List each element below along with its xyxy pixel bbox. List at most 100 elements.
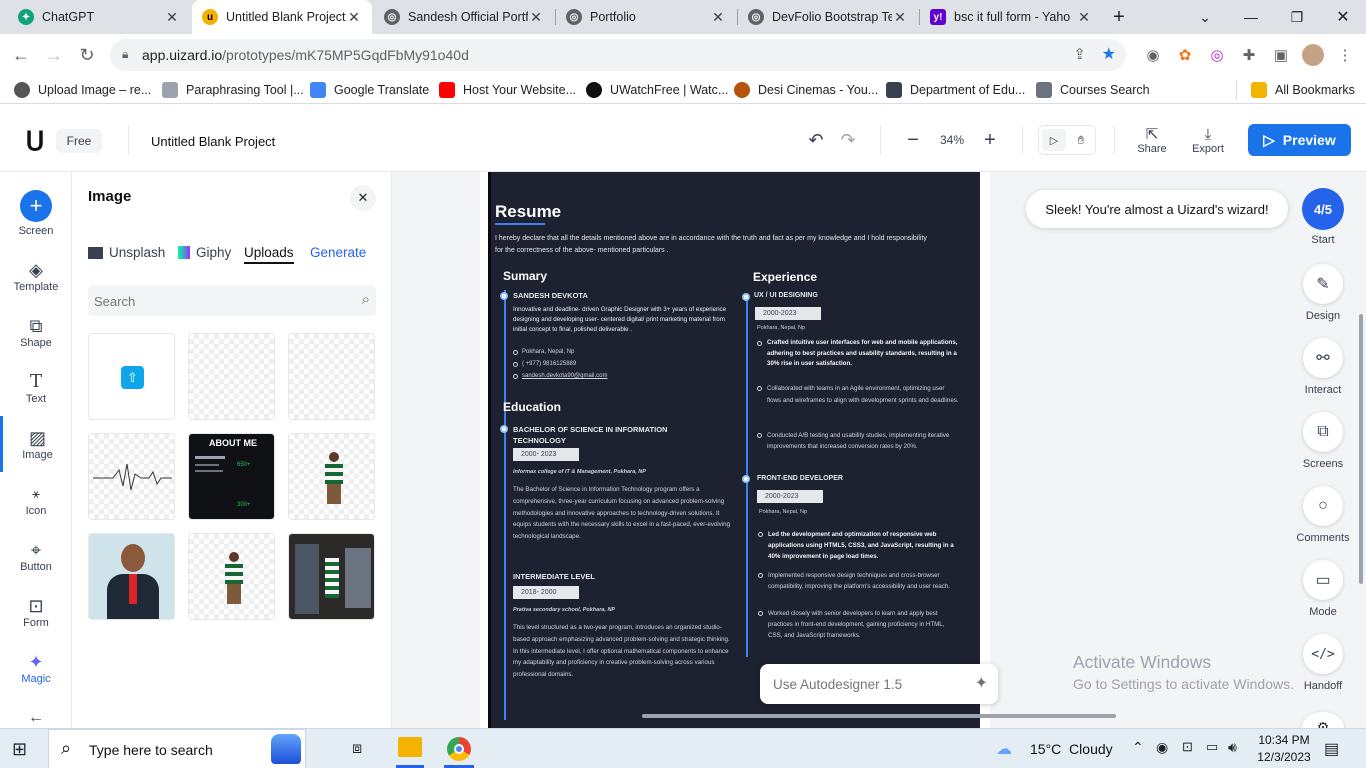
horizontal-scrollbar[interactable] — [642, 714, 1116, 718]
edu2-school[interactable]: Prativa secondary school, Pokhara, NP — [513, 607, 615, 613]
close-icon[interactable]: ✕ — [346, 9, 362, 26]
image-thumb-2[interactable] — [288, 333, 375, 420]
rail-magic[interactable]: ✦ Magic — [0, 640, 72, 696]
close-panel-icon[interactable]: ✕ — [350, 185, 376, 211]
export-button[interactable]: ⤓ Export — [1187, 124, 1229, 158]
tab-portfolio[interactable]: ◎ Portfolio ✕ — [556, 0, 736, 34]
rail-shape[interactable]: ⧉ Shape — [0, 304, 72, 360]
image-thumb-person-1[interactable] — [288, 433, 375, 520]
right-rail-screens[interactable]: ⧉ Screens — [1283, 412, 1363, 470]
edu1-text[interactable]: The Bachelor of Science in Information T… — [513, 484, 735, 543]
reload-icon[interactable]: ↻ — [74, 42, 100, 68]
chrome-icon[interactable] — [447, 737, 471, 761]
forward-icon[interactable]: → — [41, 42, 67, 68]
share-page-icon[interactable]: ⇪ — [1073, 45, 1086, 63]
extensions-puzzle-icon[interactable]: ✚ — [1238, 44, 1260, 66]
volume-icon[interactable]: 🔊︎ — [1228, 739, 1237, 756]
exp1-date[interactable]: 2000-2023 — [755, 307, 821, 320]
extension-orange-icon[interactable]: ✿ — [1174, 44, 1196, 66]
rail-template[interactable]: ◈ Template — [0, 248, 72, 304]
onboarding-start[interactable]: Start — [1302, 234, 1344, 246]
resume-name[interactable]: SANDESH DEVKOTA — [513, 291, 588, 300]
back-icon[interactable]: ← — [8, 42, 34, 68]
exp2-item-1[interactable]: Led the development and optimization of … — [768, 529, 960, 562]
summary-heading[interactable]: Sumary — [503, 269, 547, 283]
exp2-date[interactable]: 2000-2023 — [757, 490, 823, 503]
image-thumb-about-me[interactable]: ABOUT ME 650+ 300+ — [188, 433, 275, 520]
right-rail-handoff[interactable]: </> Handoff — [1283, 634, 1363, 692]
tab-devfolio[interactable]: ◎ DevFolio Bootstrap Te ✕ — [738, 0, 918, 34]
right-rail-comments[interactable]: ○ Comments — [1283, 486, 1363, 544]
bookmark-uwatchfree[interactable]: UWatchFree | Watc... — [586, 80, 728, 100]
source-giphy[interactable]: Giphy — [178, 245, 231, 260]
contact-address[interactable]: Pokhara, Nepal, Np — [522, 347, 574, 359]
image-thumb-person-2[interactable] — [188, 533, 275, 620]
source-unsplash[interactable]: Unsplash — [88, 245, 165, 260]
bookmark-star-icon[interactable]: ★ — [1102, 44, 1116, 64]
profile-avatar[interactable] — [1302, 44, 1324, 66]
pointer-icon[interactable]: ▷ — [1042, 129, 1066, 151]
tab-portfolio-official[interactable]: ◎ Sandesh Official Portf ✕ — [374, 0, 554, 34]
extension-ring-icon[interactable]: ◎ — [1206, 44, 1228, 66]
address-bar[interactable]: 🔒︎ app.uizard.io/prototypes/mK75MP5GqdFb… — [110, 39, 1126, 71]
summary-text[interactable]: Innovative and deadline- driven Graphic … — [513, 305, 735, 335]
exp1-location[interactable]: Pokhara, Nepal, Np — [757, 325, 805, 331]
image-thumb-heartbeat[interactable] — [88, 433, 175, 520]
experience-heading[interactable]: Experience — [753, 270, 817, 284]
windows-start-icon[interactable]: ⊞ — [12, 739, 32, 759]
source-generate[interactable]: Generate — [310, 245, 366, 260]
exp2-location[interactable]: Pokhara, Nepal, Np — [759, 509, 807, 515]
contact-phone[interactable]: ( +977) 9816125889 — [522, 359, 576, 371]
edu2-date[interactable]: 2018- 2000 — [513, 586, 579, 599]
uizard-logo[interactable]: ᑌ — [20, 126, 50, 156]
site-info-icon[interactable]: 🔒︎ — [122, 47, 128, 62]
edu1-school[interactable]: Informax college of IT & Management, Pok… — [513, 469, 646, 475]
zoom-in-button[interactable]: + — [978, 128, 1002, 152]
new-tab-button[interactable]: + — [1096, 0, 1142, 34]
image-search-field[interactable]: ⌕ — [88, 286, 376, 316]
maximize-button[interactable]: ❐ — [1274, 0, 1320, 34]
edu2-title[interactable]: INTERMEDIATE LEVEL — [513, 572, 595, 581]
close-icon[interactable]: ✕ — [710, 9, 726, 26]
exp1-item-2[interactable]: Collaborated with teams in an Agile envi… — [767, 383, 959, 406]
edu2-text[interactable]: This level structured as a two-year prog… — [513, 622, 735, 681]
source-uploads[interactable]: Uploads — [244, 245, 294, 264]
tab-chatgpt[interactable]: ✦ ChatGPT ✕ — [8, 0, 190, 34]
bookmark-paraphrasing[interactable]: Paraphrasing Tool |... — [162, 80, 304, 100]
tab-yahoo[interactable]: y! bsc it full form - Yaho ✕ — [920, 0, 1102, 34]
image-thumb-room[interactable] — [288, 533, 375, 620]
battery-icon[interactable]: ▭ — [1206, 739, 1218, 755]
right-rail-interact[interactable]: ⚯ Interact — [1283, 338, 1363, 396]
right-rail-design[interactable]: ✎ Design — [1283, 264, 1363, 322]
exp2-title[interactable]: FRONT-END DEVELOPER — [757, 475, 843, 482]
vertical-scrollbar[interactable] — [1359, 314, 1363, 584]
bookmark-courses-search[interactable]: Courses Search — [1036, 80, 1150, 100]
resume-intro[interactable]: I hereby declare that all the details me… — [495, 233, 935, 256]
image-thumb-1[interactable] — [188, 333, 275, 420]
rail-image[interactable]: ▨ Image — [0, 416, 72, 472]
resume-artboard[interactable]: Resume I hereby declare that all the det… — [488, 172, 980, 728]
redo-icon[interactable]: ↷ — [836, 128, 860, 152]
rail-screen[interactable]: + Screen — [0, 185, 72, 241]
onboarding-progress[interactable]: 4/5 — [1302, 188, 1344, 230]
task-view-icon[interactable]: ⧈ — [352, 740, 362, 758]
collapse-arrow-icon[interactable]: ← — [0, 708, 72, 728]
rail-icon[interactable]: ⚹ Icon — [0, 472, 72, 528]
education-heading[interactable]: Education — [503, 400, 561, 414]
side-panel-icon[interactable]: ▣ — [1270, 44, 1292, 66]
exp2-item-2[interactable]: Implemented responsive design techniques… — [768, 570, 960, 592]
zoom-level[interactable]: 34% — [932, 130, 972, 150]
camera-extension-icon[interactable]: ◉ — [1142, 44, 1164, 66]
edu1-date[interactable]: 2000- 2023 — [513, 448, 579, 461]
exp1-item-3[interactable]: Conducted A/B testing and usability stud… — [767, 430, 959, 452]
bookmark-desi-cinemas[interactable]: Desi Cinemas - You... — [734, 80, 878, 100]
settings-gear-icon[interactable]: ⚙ — [1302, 712, 1344, 728]
edu1-title[interactable]: BACHELOR OF SCIENCE IN INFORMATION TECHN… — [513, 424, 703, 446]
clock-date[interactable]: 12/3/2023 — [1256, 750, 1312, 764]
menu-kebab-icon[interactable]: ⋮ — [1334, 44, 1356, 66]
tray-record-icon[interactable]: ◉ — [1156, 739, 1168, 756]
contact-email[interactable]: sandesh.devkota90@gmail.com — [522, 371, 607, 383]
bookmark-google-translate[interactable]: Google Translate — [310, 80, 429, 100]
image-search-input[interactable] — [88, 286, 338, 316]
exp1-item-1[interactable]: Crafted intuitive user interfaces for we… — [767, 338, 959, 370]
